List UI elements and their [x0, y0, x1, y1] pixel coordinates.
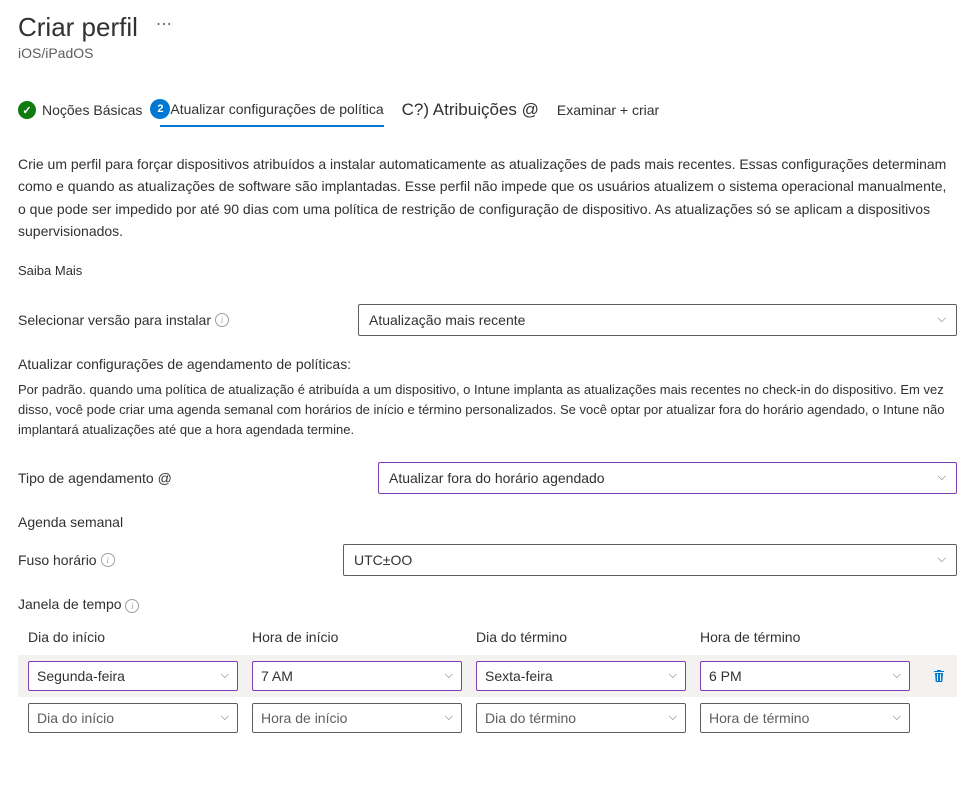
end-time-value: 6 PM — [709, 668, 742, 684]
chevron-down-icon: ⌵ — [669, 669, 677, 682]
chevron-down-icon: ⌵ — [669, 711, 677, 724]
info-icon[interactable]: i — [125, 599, 139, 613]
start-day-dropdown[interactable]: Dia do início ⌵ — [28, 703, 238, 733]
chevron-down-icon: ⌵ — [893, 711, 901, 724]
end-day-dropdown[interactable]: Sexta-feira ⌵ — [476, 661, 686, 691]
end-day-placeholder: Dia do término — [485, 710, 576, 726]
col-start-time: Hora de início — [252, 629, 462, 645]
chevron-down-icon: ⌵ — [938, 313, 946, 326]
timezone-dropdown[interactable]: UTC±OO ⌵ — [343, 544, 957, 576]
learn-more-link[interactable]: Saiba Mais — [18, 263, 957, 278]
schedule-type-value: Atualizar fora do horário agendado — [389, 470, 605, 486]
start-day-value: Segunda-feira — [37, 668, 125, 684]
tab-assignments[interactable]: C?) Atribuições @ — [402, 100, 539, 126]
start-time-value: 7 AM — [261, 668, 293, 684]
chevron-down-icon: ⌵ — [221, 711, 229, 724]
col-start-day: Dia do início — [28, 629, 238, 645]
select-version-dropdown[interactable]: Atualização mais recente ⌵ — [358, 304, 957, 336]
description-text: Crie um perfil para forçar dispositivos … — [18, 153, 957, 243]
schedule-heading: Atualizar configurações de agendamento d… — [18, 356, 957, 372]
weekly-schedule-heading: Agenda semanal — [18, 514, 957, 530]
tab-basics-label: Noções Básicas — [42, 102, 142, 118]
select-version-value: Atualização mais recente — [369, 312, 525, 328]
time-window-label: Janela de tempo — [18, 596, 122, 612]
delete-row-button[interactable] — [924, 668, 954, 684]
start-day-dropdown[interactable]: Segunda-feira ⌵ — [28, 661, 238, 691]
chevron-down-icon: ⌵ — [893, 669, 901, 682]
table-row: Segunda-feira ⌵ 7 AM ⌵ Sexta-feira ⌵ 6 P… — [18, 655, 957, 697]
start-time-placeholder: Hora de início — [261, 710, 347, 726]
timezone-label: Fuso horário i — [18, 552, 343, 568]
timezone-value: UTC±OO — [354, 552, 412, 568]
info-icon[interactable]: i — [101, 553, 115, 567]
info-icon[interactable]: i — [215, 313, 229, 327]
end-time-dropdown[interactable]: Hora de término ⌵ — [700, 703, 910, 733]
tab-assignments-label: C?) Atribuições @ — [402, 100, 539, 120]
select-version-label-text: Selecionar versão para instalar — [18, 312, 211, 328]
wizard-tabs: ✓ Noções Básicas 2 Atualizar configuraçõ… — [18, 99, 957, 127]
col-end-time: Hora de término — [700, 629, 910, 645]
chevron-down-icon: ⌵ — [938, 553, 946, 566]
tab-review-label: Examinar + criar — [557, 102, 659, 118]
start-time-dropdown[interactable]: 7 AM ⌵ — [252, 661, 462, 691]
page-title: Criar perfil — [18, 12, 138, 43]
start-day-placeholder: Dia do início — [37, 710, 114, 726]
end-time-placeholder: Hora de término — [709, 710, 809, 726]
start-time-dropdown[interactable]: Hora de início ⌵ — [252, 703, 462, 733]
tab-review-create[interactable]: Examinar + criar — [557, 102, 659, 124]
chevron-down-icon: ⌵ — [221, 669, 229, 682]
page-subtitle: iOS/iPadOS — [18, 45, 957, 61]
tab-update-settings[interactable]: 2 Atualizar configurações de política — [160, 99, 383, 127]
schedule-type-dropdown[interactable]: Atualizar fora do horário agendado ⌵ — [378, 462, 957, 494]
table-row: Dia do início ⌵ Hora de início ⌵ Dia do … — [18, 697, 957, 739]
time-window-table-header: Dia do início Hora de início Dia do térm… — [18, 629, 957, 655]
end-time-dropdown[interactable]: 6 PM ⌵ — [700, 661, 910, 691]
tab-update-label: Atualizar configurações de política — [170, 101, 383, 117]
schedule-type-label: Tipo de agendamento @ — [18, 470, 378, 486]
step-icon: 2 — [150, 99, 170, 119]
schedule-description: Por padrão. quando uma política de atual… — [18, 380, 957, 440]
chevron-down-icon: ⌵ — [445, 711, 453, 724]
time-window-heading: Janela de tempo i — [18, 596, 957, 613]
select-version-label: Selecionar versão para instalar i — [18, 312, 358, 328]
end-day-dropdown[interactable]: Dia do término ⌵ — [476, 703, 686, 733]
check-icon: ✓ — [18, 101, 36, 119]
more-options-icon[interactable]: ⋯ — [156, 14, 174, 34]
end-day-value: Sexta-feira — [485, 668, 553, 684]
chevron-down-icon: ⌵ — [938, 471, 946, 484]
timezone-label-text: Fuso horário — [18, 552, 97, 568]
col-end-day: Dia do término — [476, 629, 686, 645]
chevron-down-icon: ⌵ — [445, 669, 453, 682]
tab-basics[interactable]: ✓ Noções Básicas — [18, 101, 142, 125]
schedule-type-label-text: Tipo de agendamento @ — [18, 470, 172, 486]
